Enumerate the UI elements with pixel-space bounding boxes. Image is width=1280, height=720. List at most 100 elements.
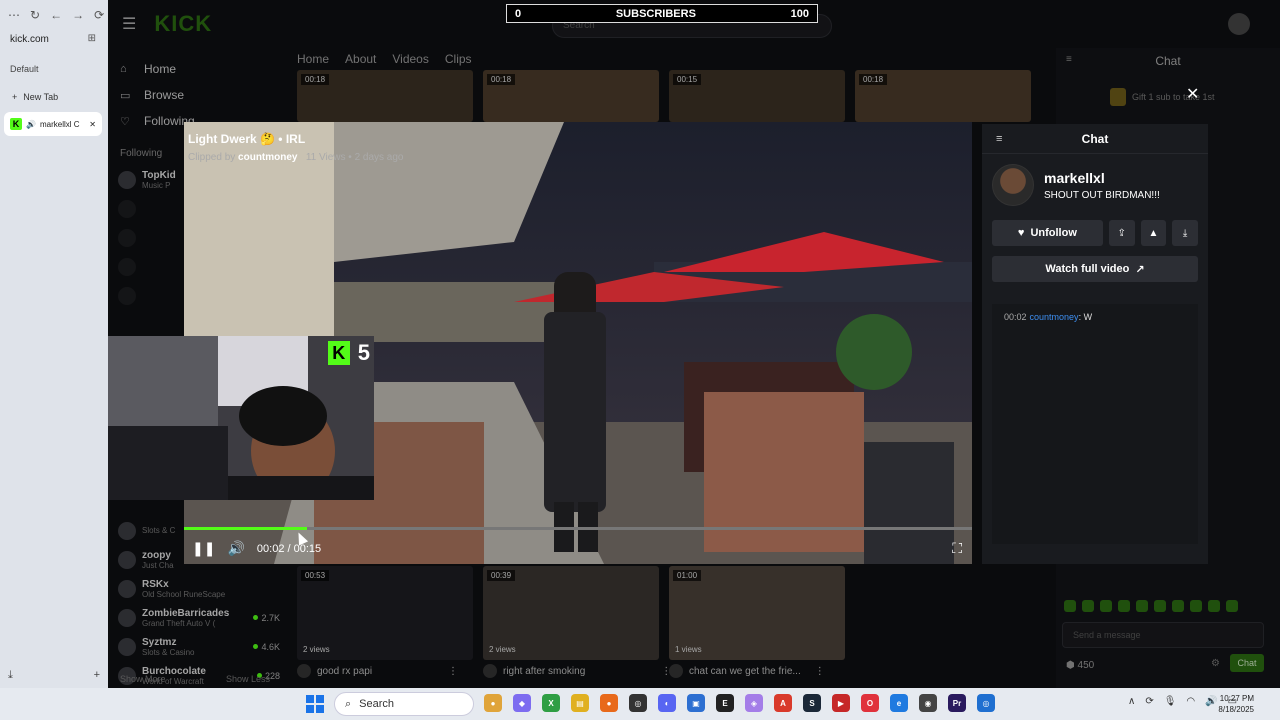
clip-age: 2 days ago	[354, 152, 404, 163]
streamer-name[interactable]: markellxl	[1044, 170, 1160, 186]
close-tab-icon[interactable]: ✕	[89, 120, 96, 129]
chat-text: W	[1083, 312, 1093, 322]
speaker-tray-icon[interactable]: 🔊	[1205, 696, 1217, 707]
taskbar-search-label: Search	[359, 698, 395, 710]
stream-description: SHOUT OUT BIRDMAN!!!	[1044, 189, 1160, 201]
reload-icon[interactable]: ⟳	[94, 8, 104, 22]
steam-icon[interactable]: S	[803, 694, 821, 712]
clipped-by-label: Clipped by	[188, 152, 236, 163]
chat-menu-icon[interactable]: ≡	[996, 133, 1002, 145]
heart-icon: ♥	[1017, 227, 1025, 239]
photos-icon[interactable]: ▣	[687, 694, 705, 712]
tab-group-label: Default	[10, 64, 39, 74]
app-icon[interactable]: ◈	[745, 694, 763, 712]
kick-favicon-icon: K	[10, 118, 22, 130]
report-button[interactable]: ▲	[1140, 220, 1167, 246]
browser-tab-strip: ⋯ ↻ ← → ⟳ kick.com ⊞ Default + New Tab K…	[0, 0, 108, 688]
epic-icon[interactable]: E	[716, 694, 734, 712]
chrome-icon[interactable]: ◉	[919, 694, 937, 712]
sync-icon[interactable]: ↻	[30, 8, 40, 22]
unfollow-button[interactable]: ♥ Unfollow	[992, 220, 1103, 246]
clock-date: 8/18/2025	[1218, 705, 1254, 714]
subscriber-goal-bar: 0 SUBSCRIBERS 100	[506, 4, 818, 23]
back-icon[interactable]: ←	[50, 8, 62, 22]
subs-left: 0	[515, 7, 522, 20]
mic-icon[interactable]: 🎙	[1164, 696, 1177, 707]
capcut-icon[interactable]: ▶	[832, 694, 850, 712]
clip-chat-header: ≡ Chat	[982, 124, 1208, 154]
video-progress-fill	[184, 527, 307, 530]
watch-full-label: Watch full video	[1045, 263, 1130, 275]
speaker-icon[interactable]: 🔊	[26, 120, 36, 129]
clip-chat-log: 00:02 countmoney: W	[992, 304, 1198, 544]
unfollow-label: Unfollow	[1030, 227, 1077, 239]
menu-dots-icon[interactable]: ⋯	[8, 8, 20, 22]
edge-icon[interactable]: e	[890, 694, 908, 712]
video-time: 00:02 / 00:15	[256, 542, 322, 555]
obs-icon[interactable]: ◎	[629, 694, 647, 712]
download-button[interactable]: ⤓	[1172, 220, 1198, 246]
chat-message: 00:02 countmoney: W	[1004, 312, 1186, 322]
copilot-icon[interactable]: ◆	[513, 694, 531, 712]
browser-icon[interactable]: ◎	[977, 694, 995, 712]
forward-icon[interactable]: →	[72, 8, 84, 22]
taskbar-apps: ● ◆ X ▤ ● ◎ ◐ ▣ E ◈ A S ▶ Oe ◉ Pr ◎	[484, 694, 995, 712]
new-tab-button[interactable]: + New Tab	[12, 92, 58, 102]
streamer-info: markellxl SHOUT OUT BIRDMAN!!!	[982, 154, 1208, 206]
webcam-overlay: K 5	[108, 336, 374, 500]
browser-strip-footer: ⤓ +	[8, 669, 100, 682]
balloons-icon[interactable]: ●	[484, 694, 502, 712]
wifi-icon[interactable]: ◠	[1186, 696, 1195, 707]
clip-actions: ♥ Unfollow ⇪ ▲ ⤓	[982, 206, 1208, 246]
download-icon: ⤓	[1182, 227, 1188, 239]
browser-controls: ⋯ ↻ ← → ⟳	[0, 0, 108, 30]
subs-label: SUBSCRIBERS	[615, 7, 696, 20]
xbox-icon[interactable]: X	[542, 694, 560, 712]
discord-icon[interactable]: ◐	[658, 694, 676, 712]
share-button[interactable]: ⇪	[1108, 220, 1135, 246]
volume-icon[interactable]: 🔊	[227, 540, 244, 557]
subs-right: 100	[790, 7, 809, 20]
firefox-icon[interactable]: ●	[600, 694, 618, 712]
tab-options-icon[interactable]: ⊞	[88, 33, 96, 44]
clip-meta: Clipped by countmoney 11 Views • 2 days …	[188, 152, 404, 163]
chat-timestamp: 00:02	[1004, 312, 1027, 322]
chat-username[interactable]: countmoney	[1030, 312, 1079, 322]
close-modal-icon[interactable]: ✕	[1186, 84, 1199, 104]
file-explorer-icon[interactable]: ▤	[571, 694, 589, 712]
clipper-name[interactable]: countmoney	[238, 152, 297, 163]
chevron-up-icon[interactable]: ∧	[1128, 696, 1135, 707]
fullscreen-icon[interactable]: ⛶	[952, 540, 962, 557]
sync-tray-icon[interactable]: ⟳	[1145, 696, 1153, 707]
share-icon: ⇪	[1117, 227, 1126, 239]
address-bar[interactable]: kick.com	[10, 34, 49, 45]
clip-chat-title: Chat	[1081, 131, 1109, 146]
kick-page: ☰ KICK Search ⌂ Home ▭ Browse ♡ Following Fol…	[108, 0, 1280, 688]
plus-icon: +	[12, 92, 18, 102]
search-icon: ⌕	[345, 697, 352, 710]
streamer-avatar[interactable]	[992, 164, 1034, 206]
new-tab-label: New Tab	[23, 92, 59, 102]
kick-logo-icon: K	[327, 341, 350, 365]
clip-title: Light Dwerk 🤔 • IRL	[188, 132, 306, 146]
warning-icon: ▲	[1148, 227, 1159, 239]
sub-goal-number: 5	[357, 340, 370, 365]
taskbar-search[interactable]: ⌕ Search	[334, 692, 474, 716]
active-tab-label: markellxl C	[39, 119, 80, 129]
clip-side-panel: ≡ Chat markellxl SHOUT OUT BIRDMAN!!! ♥ …	[982, 124, 1208, 564]
premiere-icon[interactable]: Pr	[948, 694, 966, 712]
pause-icon[interactable]: ❚❚	[192, 540, 215, 557]
windows-taskbar: ⌕ Search ● ◆ X ▤ ● ◎ ◐ ▣ E ◈ A S ▶ Oe ◉ Pr ◎ ∧ ⟳ 🎙 ◠ 🔊 ▭…	[0, 688, 1280, 720]
clip-views: 11 Views	[305, 152, 346, 163]
downloads-icon[interactable]: ⤓	[8, 669, 13, 682]
clock-time: 10:27 PM	[1219, 694, 1254, 703]
add-icon[interactable]: +	[94, 669, 100, 682]
start-button[interactable]	[306, 695, 324, 713]
taskbar-clock[interactable]: 10:27 PM 8/18/2025	[1218, 693, 1254, 715]
opera-icon[interactable]: O	[861, 694, 879, 712]
active-tab[interactable]: K 🔊 markellxl C ✕	[4, 112, 102, 136]
adobe-icon[interactable]: A	[774, 694, 792, 712]
sub-goal-badge: K 5	[327, 340, 370, 366]
external-link-icon: ↗	[1135, 263, 1145, 276]
watch-full-video-button[interactable]: Watch full video ↗	[992, 256, 1198, 282]
